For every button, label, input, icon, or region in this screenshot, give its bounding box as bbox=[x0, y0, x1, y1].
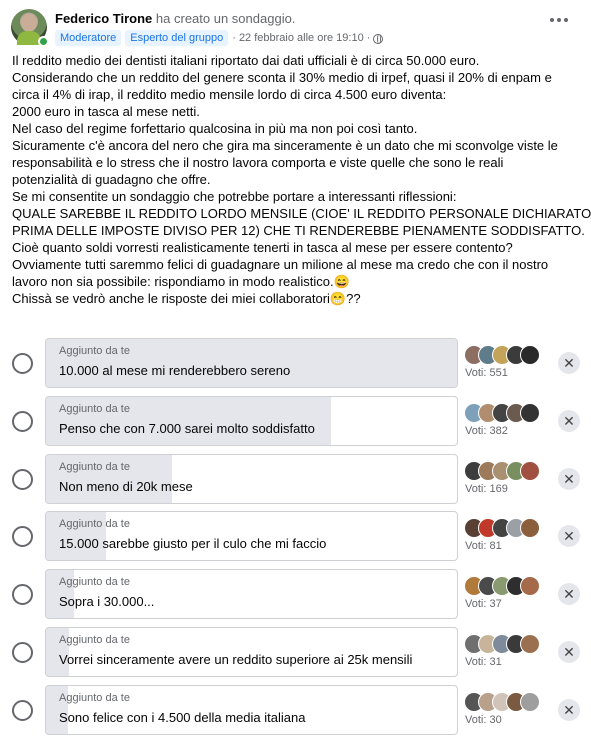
option-added-by: Aggiunto da te bbox=[59, 518, 130, 530]
poll-radio[interactable] bbox=[12, 411, 33, 432]
close-icon[interactable]: ✕ bbox=[558, 525, 580, 547]
online-status-dot bbox=[38, 36, 49, 47]
voter-avatars[interactable] bbox=[464, 692, 544, 712]
body-line: Sicuramente c'è ancora del nero che gira… bbox=[12, 138, 558, 153]
voter-avatar bbox=[520, 634, 540, 654]
voter-avatars[interactable] bbox=[464, 634, 544, 654]
poll-option: Aggiunto da te Vorrei sinceramente avere… bbox=[0, 627, 591, 679]
voter-avatars[interactable] bbox=[464, 403, 544, 423]
poll-option: Aggiunto da te Penso che con 7.000 sarei… bbox=[0, 396, 591, 448]
poll-option-box[interactable]: Aggiunto da te Sopra i 30.000... bbox=[45, 569, 458, 619]
poll-option-box[interactable]: Aggiunto da te 10.000 al mese mi rendere… bbox=[45, 338, 458, 388]
poll-radio[interactable] bbox=[12, 584, 33, 605]
post: Federico Tirone ha creato un sondaggio. … bbox=[0, 0, 591, 741]
option-text: Vorrei sinceramente avere un reddito sup… bbox=[59, 652, 413, 667]
option-added-by: Aggiunto da te bbox=[59, 634, 130, 646]
vote-count[interactable]: Voti: 382 bbox=[465, 425, 508, 437]
poll-option: Aggiunto da te 10.000 al mese mi rendere… bbox=[0, 338, 591, 390]
body-line: circa il 4% di irap, il reddito medio me… bbox=[12, 87, 447, 102]
body-line: responsabilità e lo stress che il nostro… bbox=[12, 155, 504, 170]
body-line: Considerando che un reddito del genere s… bbox=[12, 70, 552, 85]
option-added-by: Aggiunto da te bbox=[59, 403, 130, 415]
poll-radio[interactable] bbox=[12, 469, 33, 490]
vote-count[interactable]: Voti: 169 bbox=[465, 483, 508, 495]
poll-option-box[interactable]: Aggiunto da te Sono felice con i 4.500 d… bbox=[45, 685, 458, 735]
poll-option-box[interactable]: Aggiunto da te Vorrei sinceramente avere… bbox=[45, 627, 458, 677]
close-icon[interactable]: ✕ bbox=[558, 641, 580, 663]
post-timestamp[interactable]: · 22 febbraio alle ore 19:10 · bbox=[232, 32, 370, 44]
option-added-by: Aggiunto da te bbox=[59, 461, 130, 473]
vote-count[interactable]: Voti: 30 bbox=[465, 714, 502, 726]
option-text: 15.000 sarebbe giusto per il culo che mi… bbox=[59, 536, 327, 551]
vote-count[interactable]: Voti: 31 bbox=[465, 656, 502, 668]
body-line: QUALE SAREBBE IL REDDITO LORDO MENSILE (… bbox=[12, 206, 591, 221]
close-icon[interactable]: ✕ bbox=[558, 352, 580, 374]
option-added-by: Aggiunto da te bbox=[59, 692, 130, 704]
option-text: Non meno di 20k mese bbox=[59, 479, 193, 494]
option-text: Sono felice con i 4.500 della media ital… bbox=[59, 710, 306, 725]
close-icon[interactable]: ✕ bbox=[558, 468, 580, 490]
voter-avatars[interactable] bbox=[464, 518, 544, 538]
option-added-by: Aggiunto da te bbox=[59, 345, 130, 357]
option-text: 10.000 al mese mi renderebbero sereno bbox=[59, 363, 291, 378]
body-line: Cioè quanto soldi vorresti realisticamen… bbox=[12, 240, 513, 255]
poll-option: Aggiunto da te Sopra i 30.000... Voti: 3… bbox=[0, 569, 591, 621]
poll-option: Aggiunto da te 15.000 sarebbe giusto per… bbox=[0, 511, 591, 563]
body-line: Ovviamente tutti saremmo felici di guada… bbox=[12, 257, 549, 272]
poll-option-box[interactable]: Aggiunto da te Non meno di 20k mese bbox=[45, 454, 458, 504]
badge-group-expert[interactable]: Esperto del gruppo bbox=[125, 29, 229, 46]
badge-moderator[interactable]: Moderatore bbox=[55, 29, 122, 46]
body-line: 2000 euro in tasca al mese netti. bbox=[12, 104, 200, 119]
close-icon[interactable]: ✕ bbox=[558, 583, 580, 605]
voter-avatar bbox=[520, 345, 540, 365]
body-line: PRIMA DELLE IMPOSTE DIVISO PER 12) CHE T… bbox=[12, 223, 585, 238]
post-body: Il reddito medio dei dentisti italiani r… bbox=[12, 52, 591, 307]
vote-count[interactable]: Voti: 81 bbox=[465, 540, 502, 552]
body-line: Se mi consentite un sondaggio che potreb… bbox=[12, 189, 457, 204]
option-text: Penso che con 7.000 sarei molto soddisfa… bbox=[59, 421, 315, 436]
poll-radio[interactable] bbox=[12, 642, 33, 663]
voter-avatar bbox=[520, 518, 540, 538]
post-action: ha creato un sondaggio. bbox=[155, 11, 296, 26]
author-name[interactable]: Federico Tirone bbox=[55, 11, 152, 26]
close-icon[interactable]: ✕ bbox=[558, 699, 580, 721]
poll-option-box[interactable]: Aggiunto da te Penso che con 7.000 sarei… bbox=[45, 396, 458, 446]
voter-avatar bbox=[520, 403, 540, 423]
globe-icon bbox=[373, 33, 384, 44]
option-added-by: Aggiunto da te bbox=[59, 576, 130, 588]
voter-avatars[interactable] bbox=[464, 461, 544, 481]
poll-option: Aggiunto da te Non meno di 20k mese Voti… bbox=[0, 454, 591, 506]
voter-avatar bbox=[520, 692, 540, 712]
poll-option-box[interactable]: Aggiunto da te 15.000 sarebbe giusto per… bbox=[45, 511, 458, 561]
poll-option: Aggiunto da te Sono felice con i 4.500 d… bbox=[0, 685, 591, 737]
vote-count[interactable]: Voti: 37 bbox=[465, 598, 502, 610]
more-options-icon[interactable] bbox=[544, 10, 574, 30]
voter-avatar bbox=[520, 576, 540, 596]
post-header: Federico Tirone ha creato un sondaggio. bbox=[55, 11, 295, 26]
close-icon[interactable]: ✕ bbox=[558, 410, 580, 432]
vote-count[interactable]: Voti: 551 bbox=[465, 367, 508, 379]
body-line: Nel caso del regime forfettario qualcosi… bbox=[12, 121, 418, 136]
poll-radio[interactable] bbox=[12, 353, 33, 374]
post-meta: Moderatore Esperto del gruppo · 22 febbr… bbox=[55, 29, 384, 46]
body-line: lavoro non sia possibile: rispondiamo in… bbox=[12, 274, 350, 289]
voter-avatars[interactable] bbox=[464, 345, 544, 365]
voter-avatars[interactable] bbox=[464, 576, 544, 596]
poll-radio[interactable] bbox=[12, 526, 33, 547]
avatar-face bbox=[21, 14, 37, 32]
body-line: Chissà se vedrò anche le risposte dei mi… bbox=[12, 291, 361, 306]
body-line: potenzialità di guadagno che offre. bbox=[12, 172, 211, 187]
body-line: Il reddito medio dei dentisti italiani r… bbox=[12, 53, 480, 68]
poll-radio[interactable] bbox=[12, 700, 33, 721]
voter-avatar bbox=[520, 461, 540, 481]
option-text: Sopra i 30.000... bbox=[59, 594, 155, 609]
